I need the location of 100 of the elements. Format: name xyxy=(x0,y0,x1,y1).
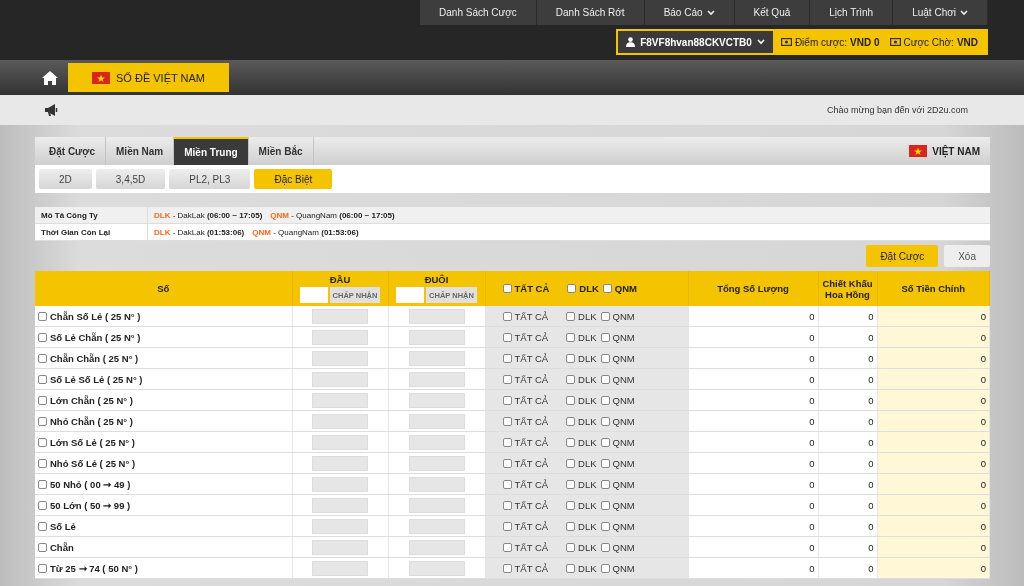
checkbox[interactable] xyxy=(600,479,610,489)
table-cell: 0 xyxy=(980,436,986,448)
checkbox[interactable] xyxy=(567,284,577,293)
info-label: Thời Gian Còn Lại xyxy=(35,224,148,240)
checkbox[interactable] xyxy=(600,521,610,531)
home-icon[interactable] xyxy=(42,70,58,85)
table-cell: 0 xyxy=(809,541,815,553)
checkbox[interactable] xyxy=(566,395,576,405)
checkbox-label: DLK xyxy=(578,394,597,406)
sub-tab[interactable]: 2D xyxy=(39,169,92,189)
checkbox[interactable] xyxy=(600,332,610,342)
table-cell: 0 xyxy=(868,541,874,553)
product-tab[interactable]: SỐ ĐỀ VIỆT NAM xyxy=(68,63,230,92)
table-cell: 0 xyxy=(809,415,815,427)
checkbox[interactable] xyxy=(602,284,612,293)
checkbox[interactable] xyxy=(566,563,576,573)
table-cell: 0 xyxy=(980,394,986,406)
checkbox[interactable] xyxy=(502,353,512,363)
checkbox[interactable] xyxy=(600,374,610,384)
checkbox[interactable] xyxy=(502,563,512,573)
checkbox[interactable] xyxy=(600,437,610,447)
table-cell: 0 xyxy=(868,394,874,406)
checkbox[interactable] xyxy=(600,395,610,405)
input-field[interactable] xyxy=(396,287,425,303)
checkbox[interactable] xyxy=(502,311,512,321)
table-cell: 0 xyxy=(809,520,815,532)
checkbox[interactable] xyxy=(600,353,610,363)
checkbox[interactable] xyxy=(600,416,610,426)
checkbox[interactable] xyxy=(566,437,576,447)
checkbox[interactable] xyxy=(600,500,610,510)
sub-tab[interactable]: 3,4,5D xyxy=(95,169,166,189)
checkbox[interactable] xyxy=(38,332,47,342)
checkbox[interactable] xyxy=(502,479,512,489)
checkbox[interactable] xyxy=(502,395,512,405)
checkbox-label: TẤT CẢ xyxy=(514,352,549,364)
checkbox[interactable] xyxy=(502,437,512,447)
checkbox-label: TẤT CẢ xyxy=(514,520,549,532)
checkbox[interactable] xyxy=(600,563,610,573)
checkbox[interactable] xyxy=(600,458,610,468)
checkbox[interactable] xyxy=(38,437,47,447)
table-cell: 0 xyxy=(809,373,815,385)
checkbox[interactable] xyxy=(38,563,47,573)
company-info: - DakLak (06:00 ~ 17:05) xyxy=(172,210,263,220)
checkbox[interactable] xyxy=(502,542,512,552)
sub-tab[interactable]: PL2, PL3 xyxy=(169,169,251,189)
table-cell: 0 xyxy=(868,562,874,574)
table-cell: 0 xyxy=(868,499,874,511)
checkbox-label: DLK xyxy=(578,373,597,385)
checkbox[interactable] xyxy=(566,332,576,342)
checkbox[interactable] xyxy=(566,458,576,468)
checkbox-label: QNM xyxy=(612,373,635,385)
checkbox[interactable] xyxy=(38,416,47,426)
checkbox[interactable] xyxy=(566,374,576,384)
checkbox[interactable] xyxy=(502,521,512,531)
checkbox[interactable] xyxy=(566,353,576,363)
checkbox[interactable] xyxy=(38,458,47,468)
checkbox[interactable] xyxy=(38,311,47,321)
checkbox[interactable] xyxy=(502,284,512,293)
checkbox[interactable] xyxy=(38,479,47,489)
table-cell: 0 xyxy=(809,562,815,574)
clear-button[interactable]: Xóa xyxy=(944,245,990,267)
bet-type-label: 50 Lớn ( 50 ➞ 99 ) xyxy=(50,499,131,511)
company-info: - QuangNam (01:53:06) xyxy=(273,227,359,237)
checkbox[interactable] xyxy=(566,542,576,552)
checkbox[interactable] xyxy=(600,542,610,552)
bet-type-label: Chẵn Số Lẻ ( 25 N° ) xyxy=(50,310,141,322)
table-cell: 0 xyxy=(809,331,815,343)
checkbox[interactable] xyxy=(502,374,512,384)
input-field[interactable] xyxy=(299,287,328,303)
pending-value: VND xyxy=(956,36,978,48)
checkbox[interactable] xyxy=(38,353,47,363)
tab[interactable]: Miền Trung xyxy=(174,137,249,165)
money-icon xyxy=(889,38,901,46)
checkbox[interactable] xyxy=(566,311,576,321)
checkbox[interactable] xyxy=(600,311,610,321)
checkbox[interactable] xyxy=(38,395,47,405)
table-cell: 0 xyxy=(809,478,815,490)
table-cell: 0 xyxy=(980,373,986,385)
checkbox[interactable] xyxy=(38,521,47,531)
chevron-down-icon xyxy=(756,39,765,45)
bet-type-label: 50 Nhỏ ( 00 ➞ 49 ) xyxy=(50,478,131,490)
checkbox[interactable] xyxy=(566,521,576,531)
checkbox[interactable] xyxy=(502,416,512,426)
place-bet-button[interactable]: Đặt Cược xyxy=(866,245,939,267)
checkbox[interactable] xyxy=(502,500,512,510)
checkbox-label: TẤT CẢ xyxy=(514,562,549,574)
checkbox[interactable] xyxy=(38,542,47,552)
sub-tab[interactable]: Đặc Biệt xyxy=(254,169,333,189)
checkbox[interactable] xyxy=(38,374,47,384)
account-menu[interactable]: F8VF8hvan88CKVCTB0 xyxy=(618,31,773,53)
table-cell: 0 xyxy=(980,562,986,574)
checkbox-label: TẤT CẢ xyxy=(514,541,549,553)
checkbox[interactable] xyxy=(566,416,576,426)
checkbox[interactable] xyxy=(502,458,512,468)
table-cell: 0 xyxy=(980,478,986,490)
balance-label: Điểm cược: xyxy=(794,36,848,48)
checkbox[interactable] xyxy=(502,332,512,342)
checkbox[interactable] xyxy=(38,500,47,510)
checkbox[interactable] xyxy=(566,500,576,510)
checkbox[interactable] xyxy=(566,479,576,489)
